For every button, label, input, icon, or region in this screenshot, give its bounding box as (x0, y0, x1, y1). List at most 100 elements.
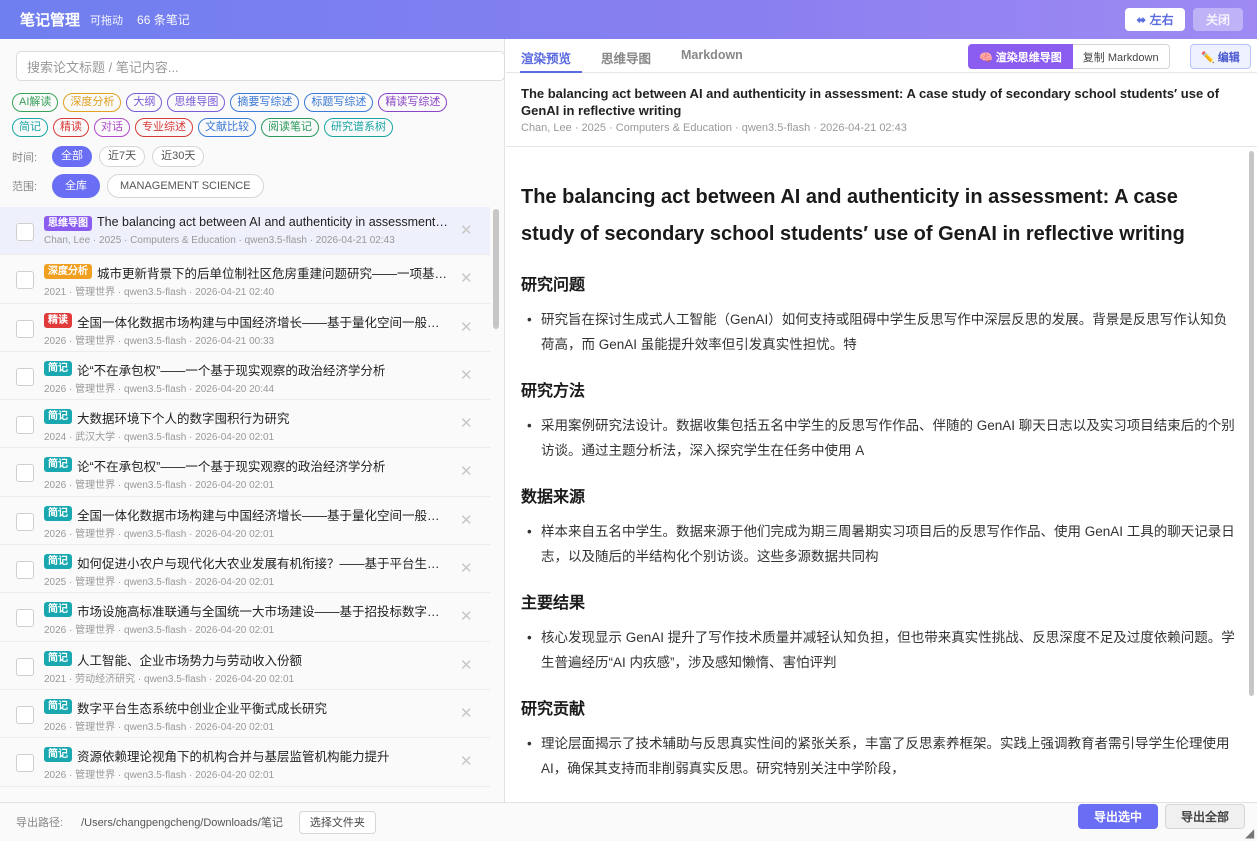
render-mindmap-button[interactable]: 🧠 渲染思维导图 (968, 44, 1073, 69)
filter-tag[interactable]: 简记 (12, 118, 48, 137)
note-type-badge: 简记 (44, 554, 72, 570)
notes-list: 思维导图 The balancing act between AI and aut… (0, 207, 490, 795)
export-selected-button[interactable]: 导出选中 (1078, 804, 1158, 829)
filter-tag[interactable]: 文献比较 (198, 118, 256, 137)
filter-tags-row-2: 简记 精读 对话 专业综述 文献比较 阅读笔记 研究谱系树 (12, 118, 398, 137)
scope-management-science-button[interactable]: MANAGEMENT SCIENCE (107, 174, 264, 198)
section-text: 研究旨在探讨生成式人工智能（GenAI）如何支持或阻碍中学生反思写作中深层反思的… (521, 307, 1236, 357)
delete-note-icon[interactable]: ✕ (460, 559, 473, 577)
delete-note-icon[interactable]: ✕ (460, 221, 473, 239)
filter-tag[interactable]: 精读 (53, 118, 89, 137)
resize-grip-icon[interactable]: ◢ (1245, 826, 1254, 840)
time-30days-button[interactable]: 近30天 (152, 146, 205, 167)
note-checkbox[interactable] (16, 512, 34, 531)
note-type-badge: 简记 (44, 698, 72, 714)
section-text: 样本来自五名中学生。数据来源于他们完成为期三周暑期实习项目后的反思写作作品、使用… (521, 519, 1236, 569)
note-title: 大数据环境下个人的数字囤积行为研究 (77, 412, 290, 427)
delete-note-icon[interactable]: ✕ (460, 704, 473, 722)
filter-tag[interactable]: 研究谱系树 (324, 118, 393, 137)
export-all-button[interactable]: 导出全部 (1165, 804, 1245, 829)
list-item[interactable]: 简记 论“不在承包权”——一个基于现实观察的政治经济学分析 2026 · 管理世界 … (0, 352, 490, 401)
note-checkbox[interactable] (16, 705, 34, 724)
note-meta: 2026 · 管理世界 · qwen3.5-flash · 2026-04-20… (44, 480, 275, 492)
rendered-note: The balancing act between AI and authent… (521, 179, 1236, 801)
delete-note-icon[interactable]: ✕ (460, 269, 473, 287)
list-item[interactable]: 简记 资源依赖理论视角下的机构合并与基层监管机构能力提升 2026 · 管理世界 ·… (0, 738, 490, 787)
note-title: 全国一体化数据市场构建与中国经济增长——基于量化空间一般均衡模型的分析 (77, 508, 448, 523)
note-meta: 2021 · 劳动经济研究 · qwen3.5-flash · 2026-04-… (44, 673, 295, 685)
list-item[interactable]: 简记 数字平台生态系统中创业企业平衡式成长研究 2026 · 管理世界 · qwen… (0, 690, 490, 739)
close-button[interactable]: 关闭 (1193, 8, 1243, 31)
time-filter: 时间: 全部 近7天 近30天 (12, 146, 211, 167)
filter-tag[interactable]: 专业综述 (135, 118, 193, 137)
delete-note-icon[interactable]: ✕ (460, 656, 473, 674)
filter-tag[interactable]: 精读写综述 (378, 93, 448, 112)
delete-note-icon[interactable]: ✕ (460, 366, 473, 384)
note-checkbox[interactable] (16, 561, 34, 580)
scope-all-button[interactable]: 全库 (52, 174, 100, 198)
filter-tag[interactable]: 深度分析 (63, 93, 122, 112)
note-count: 66 条笔记 (137, 13, 190, 27)
note-checkbox[interactable] (16, 416, 34, 435)
note-meta: 2025 · 管理世界 · qwen3.5-flash · 2026-04-20… (44, 577, 275, 589)
note-meta: 2026 · 管理世界 · qwen3.5-flash · 2026-04-21… (44, 335, 275, 347)
scope-filter-label: 范围: (12, 181, 38, 193)
note-checkbox[interactable] (16, 319, 34, 338)
note-section: 主要结果核心发现显示 GenAI 提升了写作技术质量并减轻认知负担，但也带来真实… (521, 589, 1236, 675)
filter-tag[interactable]: AI解读 (12, 93, 59, 112)
section-heading: 研究方法 (521, 383, 586, 400)
note-checkbox[interactable] (16, 464, 34, 483)
delete-note-icon[interactable]: ✕ (460, 607, 473, 625)
list-item[interactable]: 简记 人工智能、企业市场势力与劳动收入份额 2021 · 劳动经济研究 · qwen… (0, 642, 490, 690)
export-path-label: 导出路径: (16, 817, 64, 829)
note-checkbox[interactable] (16, 609, 34, 628)
delete-note-icon[interactable]: ✕ (460, 752, 473, 770)
edit-button[interactable]: ✏️ 编辑 (1190, 44, 1251, 69)
list-item[interactable]: 精读全国一体化数据市场构建与中国经济增长——基于量化空间一般均衡模型的分析 202… (0, 304, 490, 352)
note-type-badge: 精读 (44, 312, 72, 328)
list-item[interactable]: 简记市场设施高标准联通与全国统一大市场建设——基于招投标数字证书互认的证据 202… (0, 593, 490, 642)
export-path: /Users/changpengcheng/Downloads/笔记 (81, 817, 283, 829)
filter-tag[interactable]: 摘要写综述 (230, 93, 300, 112)
app-header[interactable]: 笔记管理 可拖动 66 条笔记 ⬌ 左右 关闭 (0, 0, 1257, 39)
filter-tags-row-1: AI解读 深度分析 大纲 思维导图 摘要写综述 标题写综述 精读写综述 (12, 93, 452, 112)
filter-tag[interactable]: 思维导图 (167, 93, 226, 112)
note-checkbox[interactable] (16, 271, 34, 290)
filter-tag[interactable]: 对话 (94, 118, 130, 137)
copy-markdown-button[interactable]: 复制 Markdown (1072, 44, 1170, 69)
note-checkbox[interactable] (16, 754, 34, 773)
filter-tag[interactable]: 阅读笔记 (261, 118, 319, 137)
tab-mindmap[interactable]: 思维导图 (601, 48, 651, 67)
preview-scrollbar[interactable] (1249, 151, 1254, 696)
list-item[interactable]: 思维导图 The balancing act between AI and aut… (0, 207, 490, 256)
tab-render-preview[interactable]: 渲染预览 (521, 48, 571, 67)
document-header: The balancing act between AI and authent… (521, 85, 1241, 134)
time-all-button[interactable]: 全部 (52, 146, 92, 167)
delete-note-icon[interactable]: ✕ (460, 414, 473, 432)
note-checkbox[interactable] (16, 367, 34, 386)
layout-toggle-button[interactable]: ⬌ 左右 (1125, 8, 1185, 31)
choose-folder-button[interactable]: 选择文件夹 (298, 810, 376, 834)
delete-note-icon[interactable]: ✕ (460, 318, 473, 336)
list-item[interactable]: 简记如何促进小农户与现代化大农业发展有机衔接？——基于平台生态系统的视角 2025… (0, 545, 490, 594)
tab-markdown[interactable]: Markdown (681, 48, 743, 62)
list-item[interactable]: 简记全国一体化数据市场构建与中国经济增长——基于量化空间一般均衡模型的分析 202… (0, 497, 490, 546)
draggable-hint: 可拖动 (90, 14, 124, 27)
search-input[interactable]: 搜索论文标题 / 笔记内容... (16, 51, 505, 81)
filter-tag[interactable]: 大纲 (126, 93, 163, 112)
note-title: 资源依赖理论视角下的机构合并与基层监管机构能力提升 (77, 750, 390, 765)
list-item[interactable]: 简记 论“不在承包权”——一个基于现实观察的政治经济学分析 2026 · 管理世界 … (0, 448, 490, 497)
list-item[interactable]: 简记 大数据环境下个人的数字囤积行为研究 2024 · 武汉大学 · qwen3.5… (0, 400, 490, 449)
time-7days-button[interactable]: 近7天 (99, 146, 146, 167)
note-meta: Chan, Lee · 2025 · Computers & Education… (44, 235, 395, 246)
filter-tag[interactable]: 标题写综述 (304, 93, 374, 112)
note-type-badge: 简记 (44, 650, 72, 666)
note-type-badge: 思维导图 (44, 216, 92, 231)
note-checkbox[interactable] (16, 223, 34, 241)
section-text: 理论层面揭示了技术辅助与反思真实性间的紧张关系，丰富了反思素养框架。实践上强调教… (521, 731, 1236, 781)
delete-note-icon[interactable]: ✕ (460, 511, 473, 529)
notes-list-scrollbar[interactable] (493, 209, 499, 329)
note-checkbox[interactable] (16, 657, 34, 676)
list-item[interactable]: 深度分析城市更新背景下的后单位制社区危房重建问题研究——一项基于扎根理论的探索 2… (0, 255, 490, 304)
delete-note-icon[interactable]: ✕ (460, 462, 473, 480)
